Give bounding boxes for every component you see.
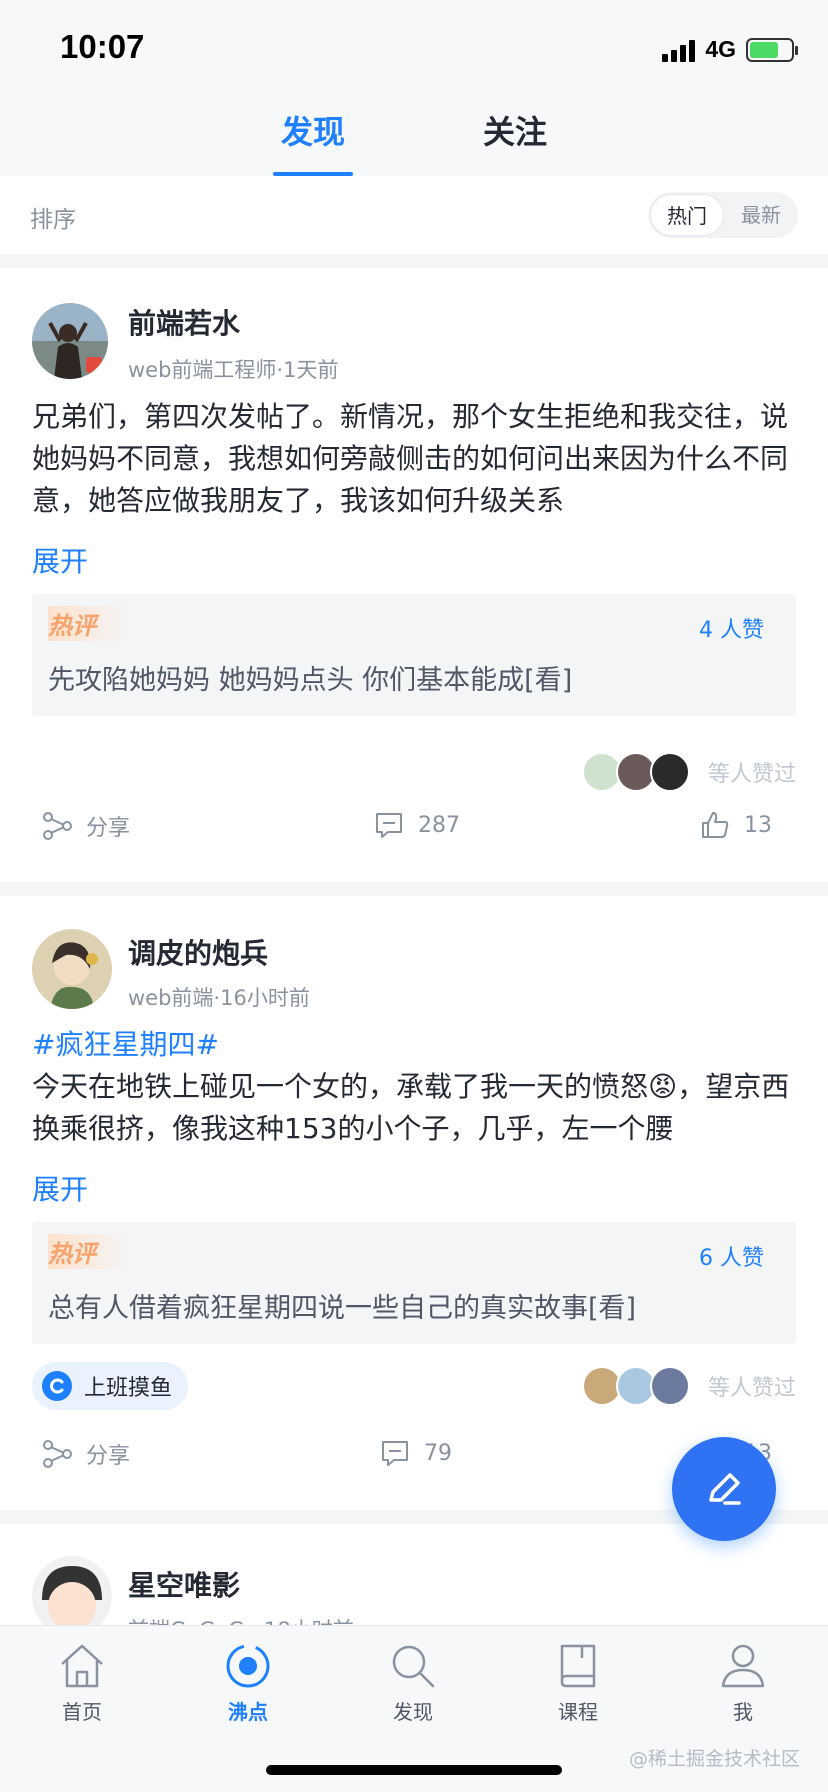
author-name[interactable]: 星空唯影 — [128, 1564, 240, 1604]
avatar[interactable] — [32, 929, 112, 1009]
share-icon — [43, 812, 72, 840]
likers[interactable]: 等人赞过 — [581, 1366, 796, 1406]
pencil-icon — [709, 1473, 741, 1505]
compose-button[interactable] — [672, 1437, 776, 1541]
search-icon — [392, 1645, 435, 1688]
hot-comment-text: 总有人借着疯狂星期四说一些自己的真实故事[看] — [48, 1293, 637, 1324]
nav-course[interactable]: 课程 — [523, 1640, 633, 1725]
share-button[interactable]: 分享 — [42, 1438, 130, 1470]
liker-avatar — [649, 752, 690, 792]
comment-button[interactable]: 79 — [380, 1438, 452, 1468]
pins-icon — [226, 1644, 270, 1688]
nav-label: 发现 — [393, 1700, 433, 1724]
comment-count: 287 — [418, 812, 460, 838]
comment-button[interactable]: 287 — [374, 810, 460, 840]
hot-comment-likes: 4 人赞 — [699, 618, 764, 643]
nav-me[interactable]: 我 — [688, 1640, 798, 1725]
share-icon — [43, 1440, 72, 1468]
like-count: 13 — [744, 812, 772, 838]
tab-discover[interactable]: 发现 — [272, 96, 354, 176]
post-content: #疯狂星期四# 今天在地铁上碰见一个女的，承载了我一天的愤怒😡，望京西换乘很挤，… — [32, 1024, 798, 1150]
author-name[interactable]: 调皮的炮兵 — [128, 932, 268, 972]
likers-text: 等人赞过 — [707, 1376, 796, 1401]
nav-label: 首页 — [62, 1700, 102, 1724]
post-text: 今天在地铁上碰见一个女的，承载了我一天的愤怒😡，望京西换乘很挤，像我这种153的… — [32, 1070, 790, 1145]
hot-comment-tag: 热评 — [48, 606, 130, 641]
status-time: 10:07 — [60, 28, 145, 65]
sort-toggle: 热门 最新 — [648, 192, 798, 238]
liker-avatar — [649, 1366, 690, 1406]
status-indicators: 4G — [662, 36, 798, 63]
hot-comment-likes: 6 人赞 — [699, 1246, 764, 1271]
comment-icon — [376, 813, 402, 838]
comment-icon — [382, 1441, 408, 1466]
author-meta: 前端GoGoGo·18小时前 — [128, 1614, 354, 1625]
likers[interactable]: 等人赞过 — [581, 752, 796, 792]
post-content: 兄弟们，第四次发帖了。新情况，那个女生拒绝和我交往，说她妈妈不同意，我想如何旁敲… — [32, 400, 789, 517]
topic-link[interactable]: #疯狂星期四# — [32, 1024, 798, 1066]
nav-label: 沸点 — [228, 1700, 268, 1724]
nav-discover[interactable]: 发现 — [358, 1640, 468, 1725]
battery-icon — [746, 37, 798, 62]
status-bar: 10:07 4G — [0, 0, 828, 96]
sort-label: 排序 — [30, 207, 76, 233]
post-card[interactable]: 星空唯影 前端GoGoGo·18小时前 — [0, 1524, 828, 1625]
hot-comment[interactable]: 热评 4 人赞 先攻陷她妈妈 她妈妈点头 你们基本能成[看] — [32, 594, 796, 716]
avatar[interactable] — [32, 1556, 112, 1625]
sort-bar: 排序 热门 最新 — [0, 176, 828, 254]
sort-hot-button[interactable]: 热门 — [650, 194, 725, 236]
share-label: 分享 — [86, 1444, 131, 1469]
watermark: @稀土掘金技术社区 — [628, 1748, 800, 1770]
user-icon — [721, 1644, 765, 1688]
home-icon — [61, 1644, 103, 1688]
hot-comment[interactable]: 热评 6 人赞 总有人借着疯狂星期四说一些自己的真实故事[看] — [32, 1222, 796, 1344]
post-card[interactable]: 前端若水 web前端工程师·1天前 兄弟们，第四次发帖了。新情况，那个女生拒绝和… — [0, 268, 828, 882]
expand-link[interactable]: 展开 — [32, 1168, 88, 1208]
post-actions: 分享 287 13 — [0, 810, 828, 860]
circle-tag[interactable]: 上班摸鱼 — [32, 1362, 189, 1410]
likers-text: 等人赞过 — [707, 762, 796, 787]
author-name[interactable]: 前端若水 — [128, 302, 240, 342]
circle-icon — [42, 1371, 72, 1401]
signal-icon — [662, 38, 696, 62]
sort-latest-button[interactable]: 最新 — [724, 194, 798, 236]
comment-count: 79 — [424, 1440, 452, 1466]
hot-comment-tag: 热评 — [48, 1234, 130, 1269]
nav-label: 我 — [733, 1700, 753, 1724]
thumbs-up-icon — [702, 812, 729, 838]
top-tabs: 发现 关注 — [0, 96, 828, 176]
book-icon — [560, 1644, 596, 1688]
share-label: 分享 — [86, 816, 131, 841]
author-meta: web前端工程师·1天前 — [128, 358, 339, 382]
like-button[interactable]: 13 — [700, 810, 772, 840]
nav-home[interactable]: 首页 — [27, 1640, 137, 1725]
circle-label: 上班摸鱼 — [84, 1376, 173, 1401]
expand-link[interactable]: 展开 — [32, 540, 88, 580]
tab-following[interactable]: 关注 — [483, 96, 547, 176]
nav-label: 课程 — [558, 1700, 598, 1724]
home-indicator — [266, 1765, 562, 1775]
nav-pins[interactable]: 沸点 — [193, 1640, 303, 1725]
post-card[interactable]: 调皮的炮兵 web前端·16小时前 #疯狂星期四# 今天在地铁上碰见一个女的，承… — [0, 896, 828, 1510]
network-label: 4G — [705, 36, 736, 62]
author-meta: web前端·16小时前 — [128, 986, 310, 1010]
avatar[interactable] — [32, 303, 108, 379]
share-button[interactable]: 分享 — [42, 810, 130, 842]
hot-comment-text: 先攻陷她妈妈 她妈妈点头 你们基本能成[看] — [48, 665, 573, 696]
